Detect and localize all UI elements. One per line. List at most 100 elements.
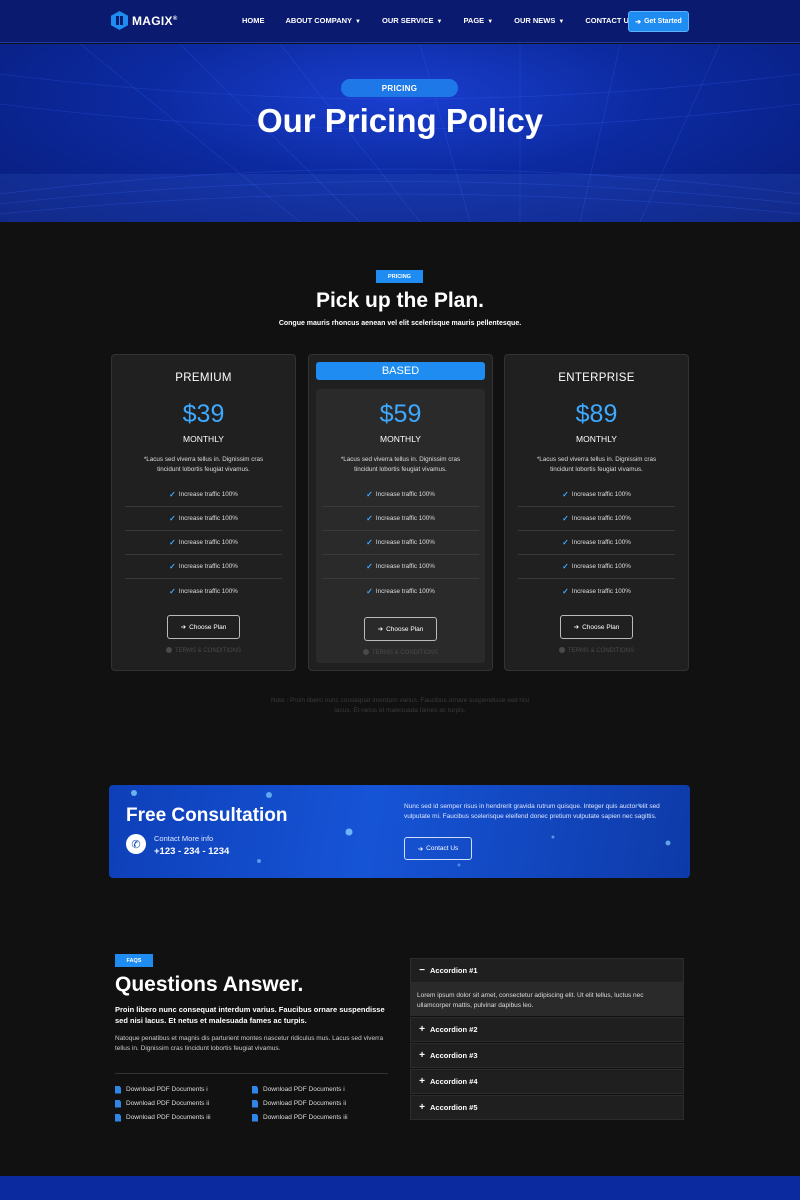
glow-dots-background <box>131 790 671 867</box>
check-icon: ✓ <box>366 490 373 499</box>
file-pdf-icon <box>115 1113 121 1122</box>
contact-us-button[interactable]: ➔ Contact Us <box>404 837 472 860</box>
registered-mark: ® <box>172 15 178 22</box>
feature-item: ✓ Increase traffic 100% <box>518 483 675 507</box>
feature-item: ✓ Increase traffic 100% <box>125 507 282 531</box>
check-icon: ✓ <box>562 562 569 571</box>
logo-icon <box>111 11 128 30</box>
feature-item: ✓ Increase traffic 100% <box>518 555 675 579</box>
phone-icon: ✆ <box>126 834 146 854</box>
pdf-download-link[interactable]: Download PDF Documents iii <box>252 1113 389 1122</box>
check-icon: ✓ <box>169 490 176 499</box>
plus-icon: + <box>419 1076 425 1087</box>
nav-item-our-service[interactable]: OUR SERVICE ▼ <box>382 16 443 25</box>
plus-icon: + <box>419 1102 425 1113</box>
feature-item: ✓ Increase traffic 100% <box>518 531 675 555</box>
feature-item: ✓ Increase traffic 100% <box>322 555 479 579</box>
arrow-right-icon: ➔ <box>180 624 187 631</box>
choose-plan-button[interactable]: ➔ Choose Plan <box>364 617 437 641</box>
terms-link[interactable]: TERMS & CONDITIONS <box>112 647 295 654</box>
info-icon <box>558 647 565 653</box>
check-icon: ✓ <box>169 514 176 523</box>
plan-period: MONTHLY <box>183 434 224 444</box>
check-icon: ✓ <box>366 562 373 571</box>
pricing-card-enterprise: ENTERPRISE $89 MONTHLY *Lacus sed viverr… <box>504 354 689 671</box>
plan-period: MONTHLY <box>576 434 617 444</box>
hero-section-pill: PRICING <box>341 79 458 97</box>
contact-label: Contact More info <box>154 834 214 843</box>
logo[interactable]: MAGIX® <box>111 11 178 30</box>
check-icon: ✓ <box>562 514 569 523</box>
contact-phone-number[interactable]: +123 - 234 - 1234 <box>154 846 229 857</box>
check-icon: ✓ <box>562 586 569 596</box>
terms-link[interactable]: TERMS & CONDITIONS <box>505 647 688 654</box>
faq-lead-text: Proin libero nunc consequat interdum var… <box>115 1005 385 1025</box>
document-links: Download PDF Documents i Download PDF Do… <box>115 1085 390 1122</box>
feature-item: ✓ Increase traffic 100% <box>125 483 282 507</box>
choose-plan-button[interactable]: ➔ Choose Plan <box>167 615 240 639</box>
plan-features: ✓ Increase traffic 100% ✓ Increase traffic… <box>518 483 675 603</box>
accordion-header-4[interactable]: + Accordion #4 <box>410 1069 684 1094</box>
plan-price: $39 <box>182 400 225 428</box>
nav-item-page[interactable]: PAGE ▼ <box>463 16 493 25</box>
nav-item-label: HOME <box>242 16 265 25</box>
plan-features: ✓ Increase traffic 100% ✓ Increase traffic… <box>322 483 479 603</box>
nav-item-label: ABOUT COMPANY <box>285 16 353 25</box>
plan-name: ENTERPRISE <box>558 372 635 384</box>
accordion-header-2[interactable]: + Accordion #2 <box>410 1017 684 1042</box>
check-icon: ✓ <box>562 490 569 499</box>
check-icon: ✓ <box>366 586 373 596</box>
get-started-button[interactable]: ➔ Get Started <box>628 11 689 32</box>
nav-item-label: OUR SERVICE <box>381 16 434 25</box>
plan-price: $59 <box>379 400 422 428</box>
nav-item-about-company[interactable]: ABOUT COMPANY ▼ <box>286 16 361 25</box>
chevron-down-icon: ▼ <box>436 19 443 25</box>
plus-icon: + <box>419 1050 425 1061</box>
pdf-download-link[interactable]: Download PDF Documents iii <box>115 1113 252 1122</box>
nav-item-our-news[interactable]: OUR NEWS ▼ <box>514 16 564 25</box>
chevron-down-icon: ▼ <box>558 19 565 25</box>
pdf-download-link[interactable]: Download PDF Documents i <box>115 1085 252 1094</box>
check-icon: ✓ <box>169 562 176 571</box>
pdf-download-link[interactable]: Download PDF Documents ii <box>115 1099 252 1108</box>
feature-item: ✓ Increase traffic 100% <box>169 586 238 596</box>
nav-item-contact-us[interactable]: CONTACT US <box>585 16 634 25</box>
nav-item-label: PAGE <box>463 16 485 25</box>
pdf-download-link[interactable]: Download PDF Documents i <box>252 1085 389 1094</box>
pdf-download-link[interactable]: Download PDF Documents ii <box>252 1099 389 1108</box>
pricing-card-based: BASED $59 MONTHLY *Lacus sed viverra tel… <box>308 354 493 671</box>
feature-item: ✓ Increase traffic 100% <box>125 555 282 579</box>
logo-text: MAGIX <box>132 13 173 28</box>
nav-item-home[interactable]: HOME <box>242 16 265 25</box>
terms-link[interactable]: TERMS & CONDITIONS <box>309 649 492 656</box>
nav-item-label: CONTACT US <box>585 16 634 25</box>
plan-features: ✓ Increase traffic 100% ✓ Increase traffic… <box>125 483 282 603</box>
file-pdf-icon <box>252 1113 258 1122</box>
check-icon: ✓ <box>366 538 373 547</box>
arrow-right-icon: ➔ <box>417 845 424 853</box>
file-pdf-icon <box>115 1099 121 1108</box>
file-pdf-icon <box>252 1099 258 1108</box>
choose-plan-button[interactable]: ➔ Choose Plan <box>560 615 633 639</box>
pricing-card-premium: PREMIUM $39 MONTHLY *Lacus sed viverra t… <box>111 354 296 671</box>
pricing-note: Note : Proin libero nunc consequat inter… <box>270 697 530 714</box>
accordion-header-5[interactable]: + Accordion #5 <box>410 1095 684 1120</box>
consultation-text: Nunc sed id semper risus in hendrerit gr… <box>404 803 660 820</box>
plan-price: $89 <box>575 400 618 428</box>
file-pdf-icon <box>252 1085 258 1094</box>
check-icon: ✓ <box>169 586 176 596</box>
check-icon: ✓ <box>366 514 373 523</box>
accordion-header-1[interactable]: − Accordion #1 <box>410 958 684 983</box>
feature-item: ✓ Increase traffic 100% <box>562 586 631 596</box>
feature-item: ✓ Increase traffic 100% <box>125 531 282 555</box>
accordion-header-3[interactable]: + Accordion #3 <box>410 1043 684 1068</box>
arrow-right-icon: ➔ <box>377 626 384 633</box>
minus-icon: − <box>419 965 425 976</box>
faq-section-tag: FAQS <box>115 954 153 967</box>
chevron-down-icon: ▼ <box>487 19 494 25</box>
plan-name-badge: BASED <box>316 362 485 380</box>
pricing-section-tag: PRICING <box>376 270 423 283</box>
nav-item-label: OUR NEWS <box>514 16 556 25</box>
top-navbar: MAGIX® HOME ABOUT COMPANY ▼ OUR SERVICE ▼ … <box>0 0 800 43</box>
info-icon <box>362 649 369 655</box>
